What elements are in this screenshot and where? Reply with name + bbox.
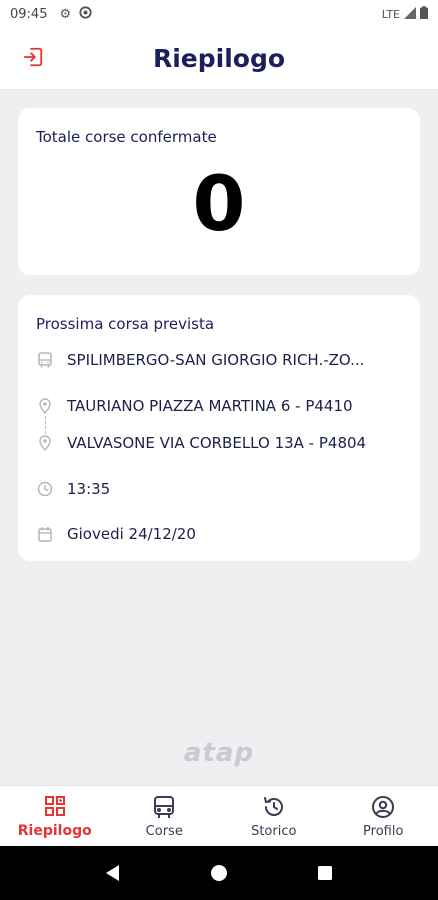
recents-button[interactable]	[305, 853, 345, 893]
trip-time-text: 13:35	[67, 480, 111, 498]
total-rides-card: Totale corse confermate 0	[18, 108, 420, 275]
trip-line-text: SPILIMBERGO-SAN GIORGIO RICH.-ZO...	[67, 351, 365, 369]
recents-icon	[318, 866, 332, 880]
nav-label-storico: Storico	[251, 823, 297, 839]
system-nav-bar	[0, 846, 438, 900]
next-trip-label: Prossima corsa prevista	[36, 315, 215, 333]
home-icon	[211, 865, 227, 881]
back-button[interactable]	[93, 853, 133, 893]
trip-date-text: Giovedi 24/12/20	[67, 525, 196, 543]
trip-origin-text: TAURIANO PIAZZA MARTINA 6 - P4410	[67, 397, 353, 415]
trip-time-row: 13:35	[36, 477, 408, 501]
trip-destination-row: VALVASONE VIA CORBELLO 13A - P4804	[36, 431, 408, 455]
nav-label-corse: Corse	[145, 823, 183, 839]
nav-label-riepilogo: Riepilogo	[17, 823, 92, 839]
nav-item-storico[interactable]: Storico	[219, 786, 329, 846]
bus-icon	[153, 794, 175, 820]
total-rides-count: 0	[192, 159, 246, 248]
bus-icon	[36, 351, 54, 369]
home-button[interactable]	[199, 853, 239, 893]
next-trip-card[interactable]: Prossima corsa prevista SPILIMBERGO-SAN …	[18, 295, 420, 561]
nav-item-corse[interactable]: Corse	[110, 786, 220, 846]
atap-logo: atap	[183, 738, 255, 768]
app-header: Riepilogo	[0, 28, 438, 90]
nav-label-profilo: Profilo	[363, 823, 404, 839]
origin-pin-icon	[36, 397, 54, 415]
trip-origin-row: TAURIANO PIAZZA MARTINA 6 - P4410	[36, 394, 408, 418]
nav-item-profilo[interactable]: Profilo	[329, 786, 438, 846]
settings-icon: ⚙	[59, 6, 72, 22]
bottom-nav: Riepilogo Corse Storico Profilo	[0, 785, 438, 846]
page-title: Riepilogo	[152, 44, 286, 73]
network-type: LTE	[381, 7, 400, 21]
trip-line-row: SPILIMBERGO-SAN GIORGIO RICH.-ZO...	[36, 348, 408, 372]
logout-button[interactable]	[20, 46, 46, 72]
dashboard-icon	[43, 793, 67, 819]
signal-icon	[404, 6, 416, 22]
trip-destination-text: VALVASONE VIA CORBELLO 13A - P4804	[67, 434, 367, 452]
total-rides-label: Totale corse confermate	[36, 128, 217, 146]
battery-icon	[420, 6, 428, 22]
status-time: 09:45	[10, 6, 48, 22]
nav-item-riepilogo[interactable]: Riepilogo	[0, 786, 110, 846]
status-bar: 09:45 ⚙ LTE	[0, 0, 438, 28]
history-icon	[262, 794, 286, 820]
back-icon	[106, 865, 119, 881]
trip-date-row: Giovedi 24/12/20	[36, 522, 408, 546]
clock-icon	[36, 480, 54, 498]
profile-icon	[371, 794, 395, 820]
sync-icon	[79, 5, 92, 23]
destination-pin-icon	[36, 434, 54, 452]
calendar-icon	[36, 525, 54, 543]
logout-icon	[22, 46, 44, 72]
